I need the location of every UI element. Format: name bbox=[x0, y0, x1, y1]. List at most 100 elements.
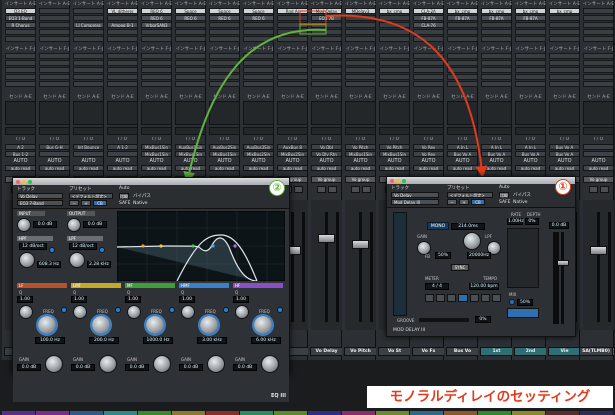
insert-slot[interactable] bbox=[277, 60, 308, 66]
insert-slot[interactable] bbox=[107, 36, 138, 42]
send-slots[interactable] bbox=[141, 127, 172, 135]
fader-track[interactable] bbox=[291, 212, 294, 322]
solo-button[interactable] bbox=[350, 186, 360, 193]
insert-slot[interactable] bbox=[5, 60, 36, 66]
insert-slot[interactable]: FB-87A bbox=[413, 15, 444, 21]
mix-bar[interactable] bbox=[507, 308, 539, 318]
insert-slot[interactable]: FB-87A bbox=[515, 15, 546, 21]
insert-slot[interactable] bbox=[73, 8, 104, 14]
mute-button[interactable] bbox=[327, 186, 337, 193]
insert-slot[interactable] bbox=[39, 8, 70, 14]
insert-slot[interactable] bbox=[107, 15, 138, 21]
automation-mode[interactable]: auto read bbox=[413, 165, 444, 171]
insert-slot[interactable] bbox=[73, 67, 104, 73]
automation-mode[interactable]: auto read bbox=[141, 165, 172, 171]
band-q-value[interactable]: 1.00 bbox=[125, 296, 141, 303]
preset-plus-button[interactable]: + bbox=[459, 199, 469, 205]
insert-slot[interactable] bbox=[39, 36, 70, 42]
lpf-value[interactable]: 20000Hz bbox=[467, 252, 491, 259]
insert-slot[interactable] bbox=[379, 74, 410, 80]
input-selector[interactable]: Bus Vo A bbox=[549, 144, 580, 150]
insert-slot[interactable] bbox=[107, 67, 138, 73]
send-slots[interactable] bbox=[481, 101, 512, 125]
feedback-value[interactable]: 50% bbox=[435, 252, 451, 259]
output-selector[interactable]: Bus Vo A bbox=[481, 151, 512, 157]
insert-slot[interactable] bbox=[515, 29, 546, 35]
insert-slot[interactable] bbox=[583, 67, 614, 73]
output-selector[interactable]: Vo Rev bbox=[413, 151, 444, 157]
minimize-icon[interactable] bbox=[22, 179, 26, 184]
insert-slot[interactable]: FB-87A bbox=[481, 15, 512, 21]
insert-slot[interactable]: CLA-2A bbox=[413, 8, 444, 14]
insert-slot[interactable] bbox=[515, 22, 546, 28]
insert-slot[interactable] bbox=[5, 74, 36, 80]
band-tag[interactable]: LMF bbox=[71, 283, 121, 288]
input-selector[interactable]: Vo Dbl bbox=[311, 144, 342, 150]
insert-slot[interactable] bbox=[481, 81, 512, 87]
safe-label[interactable]: SAFE bbox=[119, 201, 130, 206]
send-slots[interactable] bbox=[379, 101, 410, 125]
input-knob[interactable] bbox=[17, 218, 31, 232]
close-icon[interactable] bbox=[390, 178, 394, 183]
automation-mode[interactable]: auto read bbox=[39, 165, 70, 171]
insert-slot[interactable]: R Chorus bbox=[5, 22, 36, 28]
band-gain-knob[interactable] bbox=[207, 355, 225, 373]
insert-slot[interactable] bbox=[73, 29, 104, 35]
send-slots[interactable] bbox=[345, 127, 376, 135]
insert-slot[interactable] bbox=[107, 60, 138, 66]
band-q-value[interactable]: 1.00 bbox=[71, 296, 87, 303]
insert-slot[interactable] bbox=[209, 67, 240, 73]
insert-slot[interactable] bbox=[583, 15, 614, 21]
send-slots[interactable] bbox=[243, 127, 274, 135]
insert-slot[interactable] bbox=[39, 29, 70, 35]
insert-slot[interactable] bbox=[549, 53, 580, 59]
insert-slot[interactable] bbox=[73, 36, 104, 42]
automation-mode[interactable]: auto read bbox=[73, 165, 104, 171]
rate-value[interactable]: 1.00Hz bbox=[507, 218, 524, 225]
insert-slot[interactable]: Rnd Ar bbox=[277, 8, 308, 14]
insert-slot[interactable] bbox=[209, 53, 240, 59]
insert-slot[interactable]: bx_cmp bbox=[447, 8, 478, 14]
insert-slot[interactable] bbox=[379, 15, 410, 21]
output-value[interactable]: 0.0 dB bbox=[83, 221, 107, 228]
insert-slot[interactable] bbox=[39, 74, 70, 80]
band-tag[interactable]: HMF bbox=[179, 283, 229, 288]
insert-slot[interactable] bbox=[175, 53, 206, 59]
insert-slot[interactable] bbox=[209, 36, 240, 42]
insert-slot[interactable] bbox=[175, 74, 206, 80]
send-slots[interactable] bbox=[549, 127, 580, 135]
insert-slot[interactable] bbox=[39, 15, 70, 21]
insert-slot[interactable] bbox=[107, 81, 138, 87]
mute-button[interactable] bbox=[599, 186, 609, 193]
track-name[interactable]: Vie bbox=[548, 347, 581, 356]
send-slots[interactable] bbox=[73, 127, 104, 135]
group-selector[interactable]: Vo group bbox=[311, 176, 342, 183]
note-button[interactable] bbox=[469, 294, 479, 302]
track-name[interactable]: 1st bbox=[480, 347, 513, 356]
insert-slot[interactable]: REQ 6 bbox=[175, 15, 206, 21]
insert-slot[interactable]: bx_cmp bbox=[379, 8, 410, 14]
band-freq-value[interactable]: 1000.0 Hz bbox=[143, 337, 173, 344]
insert-slot[interactable]: CLA-76 bbox=[413, 22, 444, 28]
band-q-value[interactable]: 1.00 bbox=[179, 296, 195, 303]
insert-slot[interactable] bbox=[311, 36, 342, 42]
insert-slot[interactable] bbox=[141, 36, 172, 42]
track-name[interactable]: Bus Vo bbox=[446, 347, 479, 356]
send-slots[interactable] bbox=[39, 127, 70, 135]
insert-slot[interactable] bbox=[515, 60, 546, 66]
insert-slot[interactable] bbox=[243, 22, 274, 28]
input-value[interactable]: 0.0 dB bbox=[33, 221, 57, 228]
insert-slot[interactable] bbox=[379, 60, 410, 66]
insert-slot[interactable] bbox=[447, 74, 478, 80]
insert-slot[interactable] bbox=[141, 67, 172, 73]
insert-slot[interactable] bbox=[345, 67, 376, 73]
insert-slot[interactable]: bx_cmp bbox=[481, 8, 512, 14]
insert-slot[interactable] bbox=[243, 53, 274, 59]
send-slots[interactable] bbox=[549, 101, 580, 125]
insert-slot[interactable] bbox=[209, 22, 240, 28]
note-button[interactable] bbox=[425, 294, 435, 302]
input-selector[interactable]: A In L bbox=[515, 144, 546, 150]
insert-slot[interactable] bbox=[515, 67, 546, 73]
insert-slot[interactable] bbox=[345, 22, 376, 28]
band-gain-value[interactable]: 0.0 dB bbox=[179, 364, 203, 371]
